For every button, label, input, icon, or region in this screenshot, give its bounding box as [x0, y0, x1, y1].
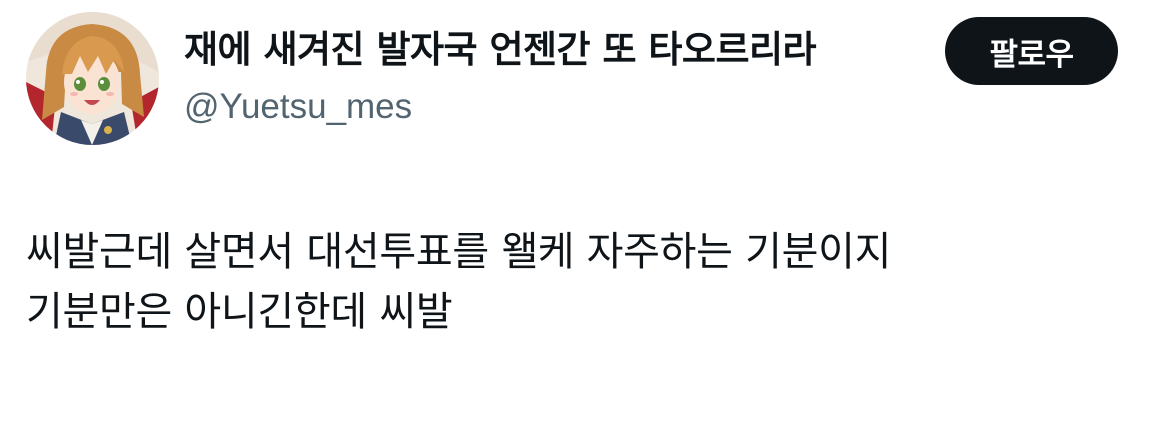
avatar[interactable]: [26, 12, 159, 145]
user-handle[interactable]: @Yuetsu_mes: [184, 84, 412, 130]
anime-character-avatar-icon: [26, 12, 159, 145]
tweet-text-line: 기분만은 아니긴한데 씨발: [26, 289, 453, 335]
tweet-text-line: 씨발근데 살면서 대선투표를 왤케 자주하는 기분이지: [26, 229, 892, 275]
tweet-card: 재에 새겨진 발자국 언젠간 또 타오르리라 @Yuetsu_mes 팔로우 씨…: [0, 0, 1170, 425]
display-name[interactable]: 재에 새겨진 발자국 언젠간 또 타오르리라: [184, 26, 817, 74]
tweet-text: 씨발근데 살면서 대선투표를 왤케 자주하는 기분이지 기분만은 아니긴한데 씨…: [26, 222, 1146, 342]
follow-button[interactable]: 팔로우: [945, 17, 1118, 85]
